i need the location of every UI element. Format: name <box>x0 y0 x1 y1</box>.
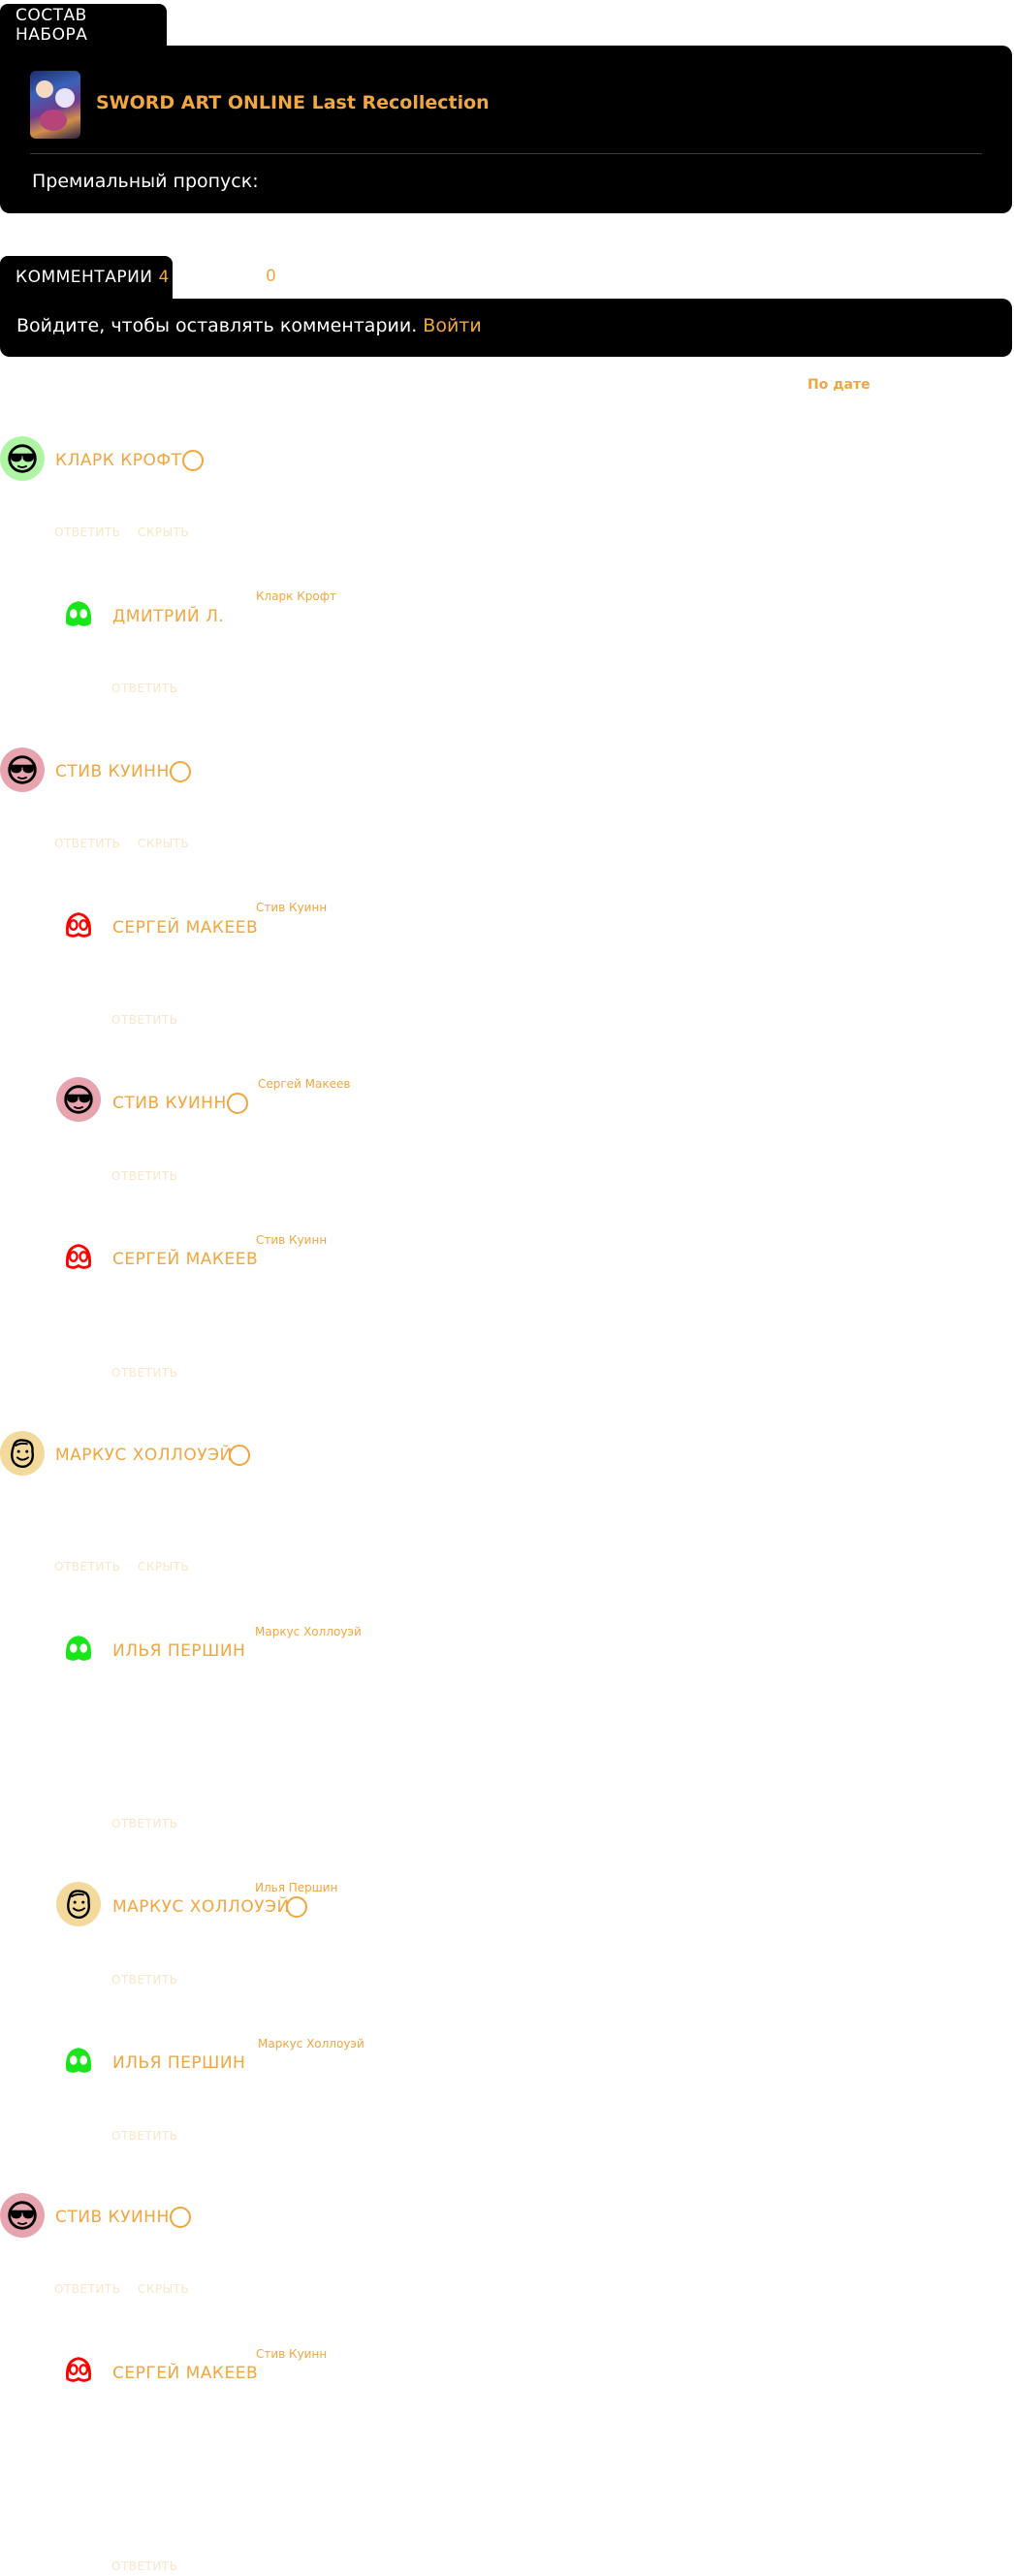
hide-button[interactable]: СКРЫТЬ <box>138 525 189 539</box>
comment-author[interactable]: МАРКУС ХОЛЛОУЭЙ <box>112 1897 290 1917</box>
avatar[interactable] <box>56 903 101 947</box>
sort-by-date[interactable]: По дате <box>808 377 871 393</box>
reply-button[interactable]: ОТВЕТИТЬ <box>54 525 120 539</box>
green-mask-face-icon <box>60 1630 97 1667</box>
status-ring-icon <box>286 1896 307 1918</box>
sunglasses-face-icon <box>60 1081 97 1118</box>
reply-button[interactable]: ОТВЕТИТЬ <box>54 837 120 850</box>
green-mask-face-icon <box>60 595 97 632</box>
reply-button[interactable]: ОТВЕТИТЬ <box>111 682 177 695</box>
comment-author[interactable]: ИЛЬЯ ПЕРШИН <box>112 1641 245 1661</box>
comment-author[interactable]: ДМИТРИЙ Л. <box>112 607 224 626</box>
comment-author[interactable]: СТИВ КУИНН <box>55 762 170 781</box>
status-ring-icon <box>229 1445 250 1466</box>
reply-to-label[interactable]: Стив Куинн <box>256 2347 327 2361</box>
reply-button[interactable]: ОТВЕТИТЬ <box>111 2560 177 2573</box>
comment-author[interactable]: СЕРГЕЙ МАКЕЕВ <box>112 918 258 938</box>
avatar[interactable] <box>0 2193 45 2238</box>
login-prompt: Войдите, чтобы оставлять комментарии. Во… <box>16 315 482 336</box>
login-prompt-text: Войдите, чтобы оставлять комментарии. <box>16 315 418 336</box>
bearded-face-icon <box>60 1886 97 1923</box>
red-mask-face-icon <box>60 1238 97 1275</box>
bearded-face-icon <box>4 1435 41 1472</box>
sunglasses-face-icon <box>4 751 41 788</box>
reply-to-label[interactable]: Кларк Крофт <box>256 589 336 603</box>
comment-author[interactable]: СЕРГЕЙ МАКЕЕВ <box>112 1250 258 1269</box>
login-panel: Войдите, чтобы оставлять комментарии. Во… <box>0 299 1012 357</box>
reply-to-label[interactable]: Сергей Макеев <box>258 1077 350 1091</box>
comment-author[interactable]: ИЛЬЯ ПЕРШИН <box>112 2053 245 2073</box>
red-mask-face-icon <box>60 906 97 943</box>
avatar[interactable] <box>56 591 101 636</box>
sunglasses-face-icon <box>4 2197 41 2234</box>
avatar[interactable] <box>56 2347 101 2392</box>
reply-to-label[interactable]: Маркус Холлоуэй <box>255 1625 362 1638</box>
reply-button[interactable]: ОТВЕТИТЬ <box>111 2129 177 2143</box>
status-ring-icon <box>227 1093 248 1114</box>
status-ring-icon <box>170 761 191 782</box>
reply-button[interactable]: ОТВЕТИТЬ <box>54 2282 120 2296</box>
avatar[interactable] <box>56 1626 101 1670</box>
status-ring-icon <box>182 450 204 471</box>
login-link[interactable]: Войти <box>423 315 481 336</box>
reply-button[interactable]: ОТВЕТИТЬ <box>111 1817 177 1830</box>
green-mask-face-icon <box>60 2042 97 2079</box>
reply-button[interactable]: ОТВЕТИТЬ <box>111 1169 177 1183</box>
reply-to-label[interactable]: Стив Куинн <box>256 901 327 914</box>
game-title[interactable]: SWORD ART ONLINE Last Recollection <box>96 92 490 113</box>
reply-button[interactable]: ОТВЕТИТЬ <box>54 1560 120 1574</box>
comments-count: 4 <box>158 268 170 287</box>
avatar[interactable] <box>56 2038 101 2083</box>
hide-button[interactable]: СКРЫТЬ <box>138 837 189 850</box>
likes-count[interactable]: 0 <box>266 267 276 286</box>
divider <box>30 153 982 154</box>
sunglasses-face-icon <box>4 440 41 477</box>
reply-to-label[interactable]: Стив Куинн <box>256 1233 327 1247</box>
comments-tab-label: КОММЕНТАРИИ <box>16 268 153 287</box>
comment-author[interactable]: СТИВ КУИНН <box>55 2208 170 2227</box>
comment-author[interactable]: МАРКУС ХОЛЛОУЭЙ <box>55 1446 233 1465</box>
set-contents-tab-label: СОСТАВ НАБОРА <box>16 5 88 45</box>
game-cover-image[interactable] <box>30 71 80 139</box>
reply-button[interactable]: ОТВЕТИТЬ <box>111 1366 177 1380</box>
status-ring-icon <box>170 2207 191 2228</box>
avatar[interactable] <box>56 1077 101 1122</box>
avatar[interactable] <box>0 747 45 792</box>
avatar[interactable] <box>0 1431 45 1476</box>
avatar[interactable] <box>56 1234 101 1279</box>
comment-author[interactable]: СЕРГЕЙ МАКЕЕВ <box>112 2364 258 2383</box>
reply-to-label[interactable]: Илья Першин <box>255 1881 337 1894</box>
reply-button[interactable]: ОТВЕТИТЬ <box>111 1013 177 1027</box>
reply-button[interactable]: ОТВЕТИТЬ <box>111 1973 177 1987</box>
comment-author[interactable]: СТИВ КУИНН <box>112 1094 227 1113</box>
avatar[interactable] <box>56 1882 101 1926</box>
avatar[interactable] <box>0 436 45 481</box>
hide-button[interactable]: СКРЫТЬ <box>138 2282 189 2296</box>
comments-tab[interactable]: КОММЕНТАРИИ 4 <box>0 256 173 299</box>
premium-pass-label: Премиальный пропуск: <box>32 171 259 192</box>
set-contents-tab[interactable]: СОСТАВ НАБОРА <box>0 4 167 46</box>
hide-button[interactable]: СКРЫТЬ <box>138 1560 189 1574</box>
set-contents-panel: SWORD ART ONLINE Last Recollection Преми… <box>0 46 1012 213</box>
comment-author[interactable]: КЛАРК КРОФТ <box>55 451 181 470</box>
red-mask-face-icon <box>60 2351 97 2388</box>
reply-to-label[interactable]: Маркус Холлоуэй <box>258 2037 364 2051</box>
